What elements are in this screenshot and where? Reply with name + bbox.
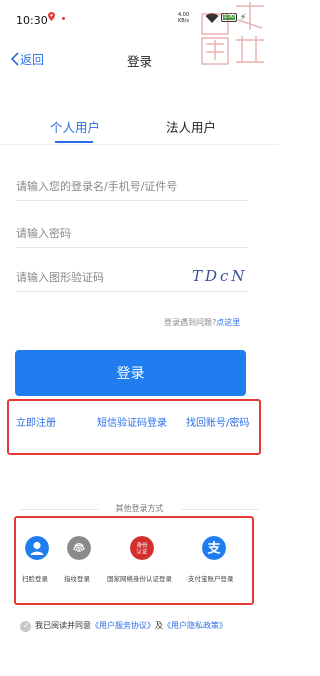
notification-dot xyxy=(62,17,65,20)
tab-divider xyxy=(0,144,279,145)
face-scan-icon[interactable] xyxy=(25,536,49,560)
privacy-policy-link[interactable]: 《用户隐私政策》 xyxy=(163,621,227,630)
other-methods-title: 其他登录方式 xyxy=(115,504,164,513)
page-title: 登录 xyxy=(126,54,152,69)
id-auth-icon[interactable]: 身份 认证 xyxy=(130,536,154,560)
svg-text:认证: 认证 xyxy=(136,548,148,556)
network-speed: 4.00 KB/s xyxy=(178,12,190,24)
tab-corporate-user[interactable]: 法人用户 xyxy=(166,117,216,136)
svg-text:支: 支 xyxy=(206,541,221,557)
method-label-face[interactable]: 扫脸登录 xyxy=(22,573,48,583)
checkmark-icon: ✓ xyxy=(23,621,30,630)
register-link[interactable]: 立即注册 xyxy=(16,414,56,429)
username-input[interactable] xyxy=(16,172,248,201)
login-button[interactable]: 登录 xyxy=(15,350,246,396)
alipay-icon[interactable]: 支 xyxy=(202,536,226,560)
status-time: 10:30 xyxy=(16,14,48,27)
active-tab-indicator xyxy=(55,141,93,143)
agreement-and: 及 xyxy=(155,621,163,630)
fingerprint-icon[interactable] xyxy=(67,536,91,560)
password-input[interactable] xyxy=(16,219,248,248)
help-link[interactable]: 点这里 xyxy=(216,318,240,327)
recover-account-link[interactable]: 找回账号/密码 xyxy=(186,414,249,429)
method-label-alipay[interactable]: 支付宝账户登录 xyxy=(188,573,234,583)
svg-text:身份: 身份 xyxy=(136,541,148,549)
login-help: 登录遇到问题?点这里 xyxy=(164,317,240,328)
agreement-prefix: 我已阅读并同意 xyxy=(35,621,91,630)
location-icon xyxy=(48,12,55,21)
agreement-text: 我已阅读并同意《用户服务协议》及《用户隐私政策》 xyxy=(35,620,227,631)
tab-personal-user[interactable]: 个人用户 xyxy=(50,117,100,136)
method-label-id-auth[interactable]: 国家网络身份认证登录 xyxy=(107,573,172,583)
captcha-image[interactable]: TDcN xyxy=(188,262,246,288)
method-label-fingerprint[interactable]: 指纹登录 xyxy=(64,573,90,583)
service-agreement-link[interactable]: 《用户服务协议》 xyxy=(91,621,155,630)
help-text: 登录遇到问题? xyxy=(164,318,217,327)
sms-login-link[interactable]: 短信验证码登录 xyxy=(97,414,167,429)
methods-highlight-box xyxy=(14,516,254,605)
captcha-text: TDcN xyxy=(192,267,246,285)
